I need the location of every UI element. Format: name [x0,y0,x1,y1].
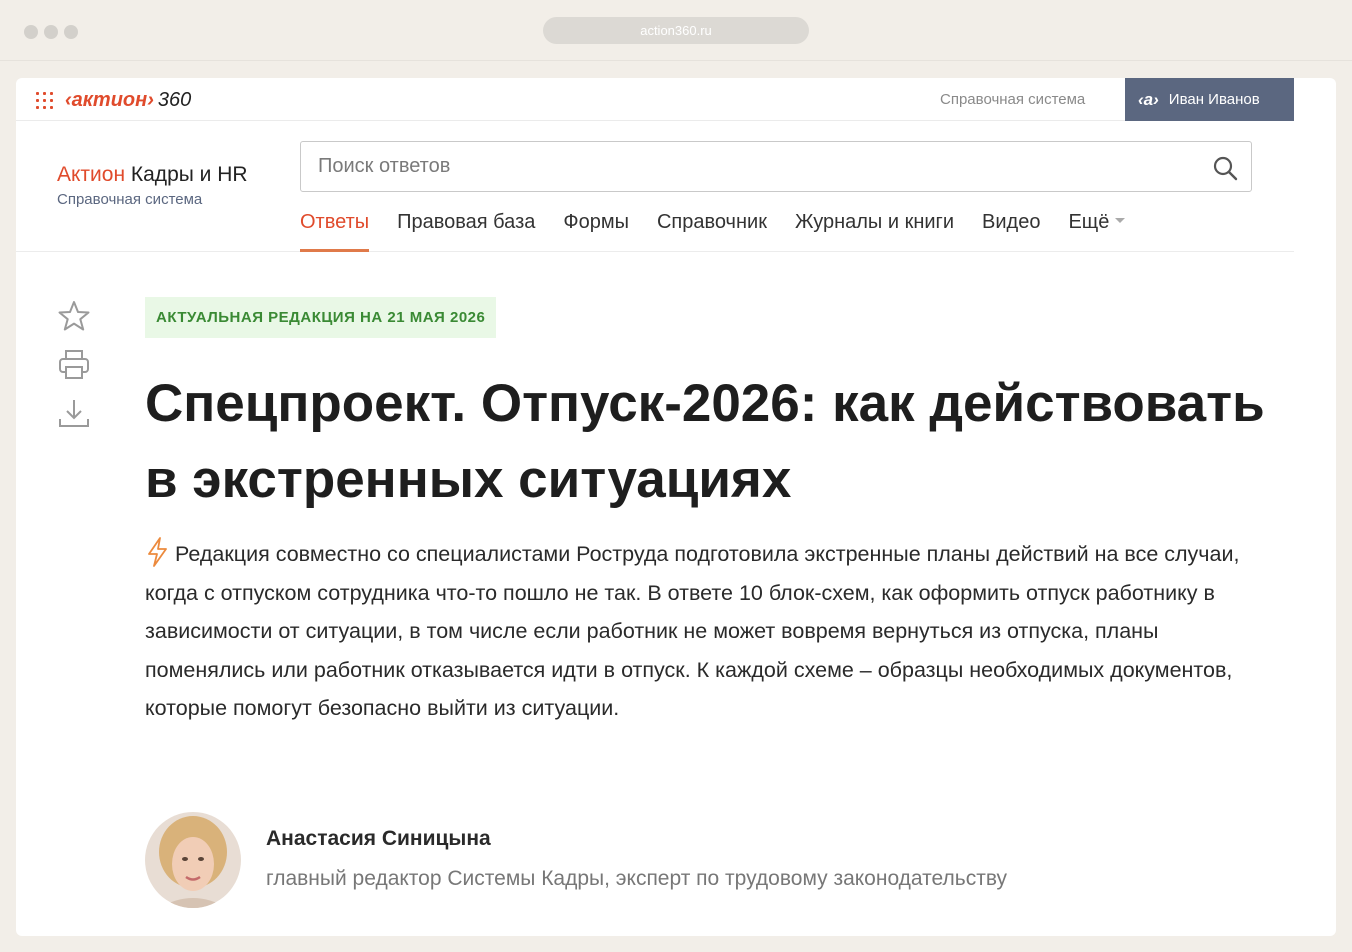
nav-more[interactable]: Ещё [1068,211,1126,252]
author-role: главный редактор Системы Кадры, эксперт … [266,867,1008,890]
brand-name: ‹актион› [65,89,154,111]
window-dot[interactable] [44,25,58,39]
header: Актион Кадры и HR Справочная система Пои… [16,121,1294,252]
window-dot[interactable] [64,25,78,39]
product-title[interactable]: Актион Кадры и HR [57,163,248,187]
search-input[interactable]: Поиск ответов [300,141,1252,192]
nav-handbook[interactable]: Справочник [657,211,767,252]
star-icon[interactable] [56,298,92,334]
brand-number: 360 [157,89,192,111]
product-accent: Актион [57,163,126,186]
article-lead: Редакция совместно со специалистами Рост… [145,535,1245,728]
window-dot[interactable] [24,25,38,39]
main-nav: Ответы Правовая база Формы Справочник Жу… [300,211,1126,252]
user-logo-icon: ‹а› [1138,89,1159,109]
lightning-icon [148,537,167,567]
page: ‹актион› 360 Справочная система ‹а› Иван… [16,78,1336,936]
author-name[interactable]: Анастасия Синицына [266,827,491,851]
article-title: Спецпроект. Отпуск-2026: как действовать… [145,374,1265,509]
top-bar: ‹актион› 360 Справочная система ‹а› Иван… [16,78,1294,121]
brand-logo[interactable]: ‹актион› 360 [65,89,191,112]
nav-video[interactable]: Видео [982,211,1040,252]
chevron-down-icon [1115,218,1126,224]
nav-answers[interactable]: Ответы [300,211,370,252]
product-name: Кадры и HR [125,163,248,186]
chrome-divider [0,60,1352,61]
print-icon[interactable] [56,347,92,383]
user-name: Иван Иванов [1168,91,1260,108]
search-icon[interactable] [1211,154,1239,182]
apps-grid-icon[interactable] [36,92,53,109]
product-subtitle: Справочная система [57,191,203,208]
nav-more-label: Ещё [1068,211,1110,233]
article-lead-text: Редакция совместно со специалистами Рост… [145,542,1240,720]
nav-forms[interactable]: Формы [563,211,629,252]
download-icon[interactable] [56,396,92,432]
nav-legal-base[interactable]: Правовая база [397,211,535,252]
window-controls [24,25,78,39]
author-card: Анастасия Синицына главный редактор Сист… [145,812,1245,912]
edition-badge: АКТУАЛЬНАЯ РЕДАКЦИЯ НА 21 МАЯ 2026 [145,297,497,338]
nav-journals[interactable]: Журналы и книги [795,211,954,252]
article-tools [56,298,92,445]
avatar[interactable] [145,812,241,908]
user-menu[interactable]: ‹а› Иван Иванов [1125,78,1294,121]
address-bar[interactable]: action360.ru [543,17,809,44]
reference-system-link[interactable]: Справочная система [940,91,1085,108]
search-placeholder: Поиск ответов [318,155,451,177]
